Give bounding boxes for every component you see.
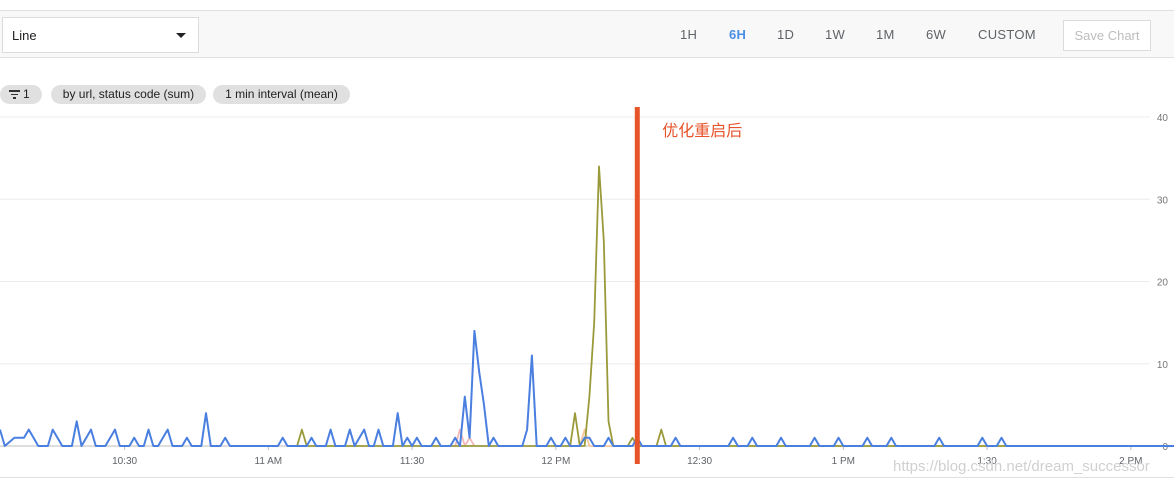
- x-tick-label: 10:30: [112, 456, 137, 467]
- y-tick-label: 10: [1157, 360, 1169, 371]
- chart-bottom-border: [0, 477, 1174, 478]
- annotation-marker: [634, 107, 640, 464]
- y-tick-label: 20: [1157, 278, 1169, 289]
- chart-toolbar: Line 1H 6H 1D 1W 1M 6W CUSTOM Save Chart: [0, 10, 1174, 58]
- range-1w-button[interactable]: 1W: [825, 27, 845, 42]
- chart-type-value: Line: [12, 28, 37, 43]
- y-tick-label: 0: [1162, 442, 1168, 453]
- range-1h-button[interactable]: 1H: [680, 27, 697, 42]
- x-tick-label: 12 PM: [541, 456, 570, 467]
- range-1d-button[interactable]: 1D: [777, 27, 794, 42]
- group-by-chip[interactable]: by url, status code (sum): [51, 85, 206, 104]
- series-line: [578, 428, 1174, 447]
- x-tick-label: 12:30: [687, 456, 712, 467]
- range-custom-button[interactable]: CUSTOM: [978, 27, 1036, 42]
- x-tick-label: 11 AM: [255, 456, 283, 467]
- annotation-label: 优化重启后: [662, 121, 742, 140]
- y-tick-label: 30: [1157, 195, 1169, 206]
- filter-icon: [9, 90, 20, 99]
- range-6h-button[interactable]: 6H: [729, 27, 746, 42]
- watermark: https://blog.csdn.net/dream_successor: [893, 458, 1150, 475]
- chart-type-dropdown[interactable]: Line: [2, 17, 199, 53]
- y-tick-label: 40: [1157, 113, 1169, 124]
- x-tick-label: 11:30: [400, 456, 425, 467]
- aggregation-chip[interactable]: 1 min interval (mean): [213, 85, 350, 104]
- x-tick-label: 1 PM: [832, 456, 855, 467]
- range-1m-button[interactable]: 1M: [876, 27, 895, 42]
- caret-down-icon: [176, 33, 186, 38]
- range-6w-button[interactable]: 6W: [926, 27, 946, 42]
- series-line: [296, 165, 1174, 447]
- filter-chip[interactable]: 1: [0, 85, 42, 104]
- filter-count: 1: [23, 87, 30, 101]
- line-chart: 01020304010:30 11 AM 11:30 12 PM 12:30 1 PM 1:…: [0, 107, 1174, 467]
- save-chart-button[interactable]: Save Chart: [1063, 20, 1151, 51]
